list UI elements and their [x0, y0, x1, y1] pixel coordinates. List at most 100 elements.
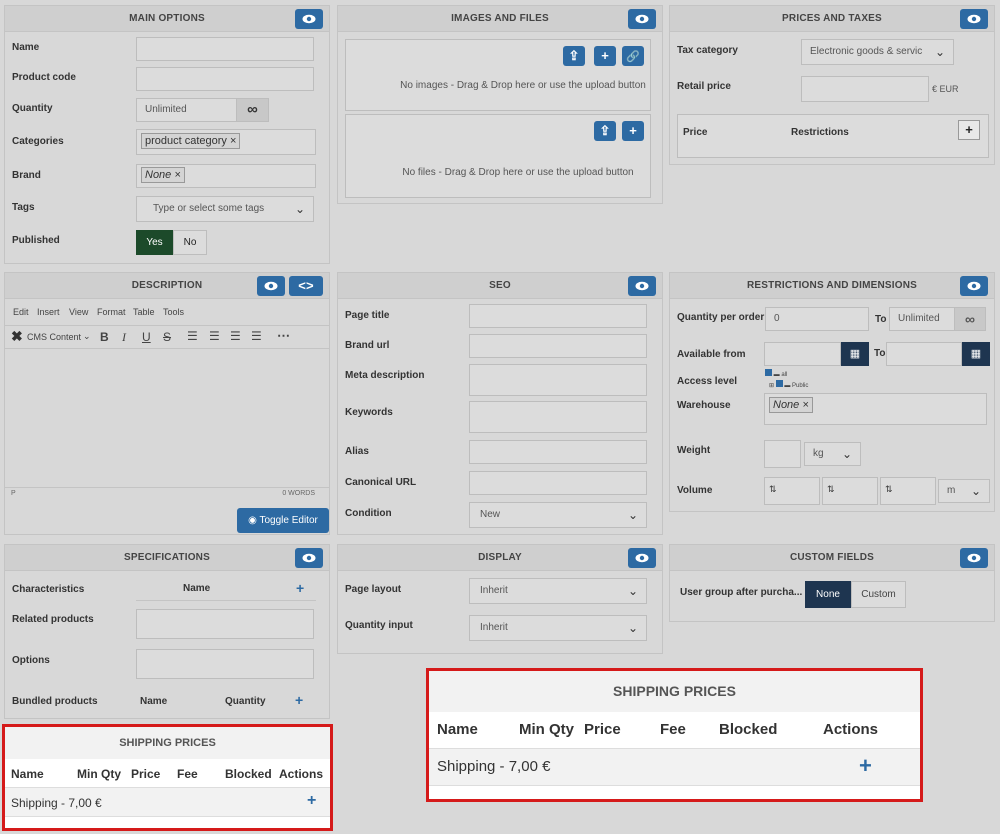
eye-icon: [635, 553, 649, 563]
col-fee: Fee: [660, 721, 686, 738]
align-center-icon[interactable]: ☰: [209, 329, 220, 343]
add-file-button[interactable]: +: [622, 121, 644, 141]
volume-width-input[interactable]: ⇅: [822, 477, 878, 505]
add-shipping-button[interactable]: +: [307, 792, 316, 810]
more-icon[interactable]: ⋯: [277, 328, 290, 344]
editor-content-area[interactable]: [5, 349, 329, 487]
eye-toggle-button[interactable]: [295, 548, 323, 568]
eye-toggle-button[interactable]: [960, 548, 988, 568]
menu-view[interactable]: View: [69, 307, 88, 317]
name-input[interactable]: [136, 37, 314, 61]
eye-toggle-button[interactable]: [295, 9, 323, 29]
eye-toggle-button[interactable]: [628, 548, 656, 568]
calendar-to-button[interactable]: ▦: [962, 342, 990, 366]
brand-url-input[interactable]: [469, 334, 647, 358]
category-tag[interactable]: product category ×: [141, 133, 241, 149]
quantity-input-select[interactable]: Inherit ⌄: [469, 615, 647, 641]
menu-format[interactable]: Format: [97, 307, 126, 317]
seo-title: SEO: [489, 280, 511, 291]
meta-description-input[interactable]: [469, 364, 647, 396]
weight-label: Weight: [677, 445, 711, 456]
warehouse-tag[interactable]: None ×: [769, 397, 813, 413]
status-path: P: [11, 490, 16, 497]
user-group-custom-button[interactable]: Custom: [851, 581, 906, 608]
add-characteristic-button[interactable]: +: [296, 580, 304, 596]
eye-toggle-button[interactable]: [628, 9, 656, 29]
volume-unit-select[interactable]: m ⌄: [938, 479, 990, 503]
add-price-button[interactable]: +: [958, 120, 980, 140]
alias-input[interactable]: [469, 440, 647, 464]
menu-tools[interactable]: Tools: [163, 307, 184, 317]
condition-select[interactable]: New ⌄: [469, 502, 647, 528]
available-from-input[interactable]: [764, 342, 841, 366]
product-code-input[interactable]: [136, 67, 314, 91]
weight-input[interactable]: [764, 440, 801, 468]
italic-icon[interactable]: I: [122, 330, 126, 345]
prices-title: PRICES AND TAXES: [782, 13, 882, 24]
menu-table[interactable]: Table: [133, 307, 155, 317]
quantity-infinity-button[interactable]: ∞: [236, 98, 269, 122]
eye-icon: ◉: [248, 515, 257, 526]
quantity-min-input[interactable]: 0: [765, 307, 869, 331]
files-dropzone[interactable]: ⇪ + No files - Drag & Drop here or use t…: [345, 114, 651, 198]
editor-toolbar: ✖ CMS Content ⌄ B I U S ☰ ☰ ☰ ☰ ⋯: [5, 325, 329, 349]
eye-toggle-button[interactable]: [257, 276, 285, 296]
bold-icon[interactable]: B: [100, 330, 109, 344]
retail-price-input[interactable]: [801, 76, 929, 102]
weight-unit-select[interactable]: kg ⌄: [804, 442, 861, 466]
calendar-from-button[interactable]: ▦: [841, 342, 869, 366]
add-bundled-button[interactable]: +: [295, 692, 303, 708]
canonical-url-input[interactable]: [469, 471, 647, 495]
options-input[interactable]: [136, 649, 314, 679]
upload-file-button[interactable]: ⇪: [594, 121, 616, 141]
published-yes-button[interactable]: Yes: [136, 230, 173, 255]
checkbox-all[interactable]: [765, 369, 772, 376]
shipping-table-header: Name Min Qty Price Fee Blocked Actions: [429, 712, 920, 748]
warehouse-label: Warehouse: [677, 400, 731, 411]
add-shipping-button[interactable]: +: [859, 753, 872, 779]
eye-toggle-button[interactable]: [960, 276, 988, 296]
published-no-button[interactable]: No: [173, 230, 207, 255]
strikethrough-icon[interactable]: S: [163, 330, 171, 344]
warehouse-input[interactable]: None ×: [764, 393, 987, 425]
underline-icon[interactable]: U: [142, 330, 151, 344]
page-title-input[interactable]: [469, 304, 647, 328]
brand-tag[interactable]: None ×: [141, 167, 185, 183]
align-left-icon[interactable]: ☰: [187, 329, 198, 343]
upload-image-button[interactable]: ⇪: [563, 46, 585, 66]
volume-height-input[interactable]: ⇅: [880, 477, 936, 505]
tax-category-select[interactable]: Electronic goods & servic ⌄: [801, 39, 954, 65]
page-layout-select[interactable]: Inherit ⌄: [469, 578, 647, 604]
menu-edit[interactable]: Edit: [13, 307, 29, 317]
cms-content-dropdown[interactable]: CMS Content: [27, 332, 81, 342]
folder-icon: ▬: [784, 383, 791, 389]
images-dropzone[interactable]: ⇪ + 🔗 No images - Drag & Drop here or us…: [345, 39, 651, 111]
quantity-max-input[interactable]: Unlimited: [889, 307, 955, 331]
tags-select[interactable]: Type or select some tags ⌄: [136, 196, 314, 222]
code-view-button[interactable]: <>: [289, 276, 323, 296]
eye-toggle-button[interactable]: [628, 276, 656, 296]
brand-input[interactable]: None ×: [136, 164, 316, 188]
justify-icon[interactable]: ☰: [251, 329, 262, 343]
align-right-icon[interactable]: ☰: [230, 329, 241, 343]
name-label: Name: [12, 42, 40, 53]
related-products-input[interactable]: [136, 609, 314, 639]
available-to-input[interactable]: [886, 342, 962, 366]
quantity-input[interactable]: Unlimited: [136, 98, 237, 122]
user-group-none-button[interactable]: None: [805, 581, 851, 608]
categories-input[interactable]: product category ×: [136, 129, 316, 155]
expand-icon[interactable]: ⊞: [769, 383, 774, 389]
keywords-input[interactable]: [469, 401, 647, 433]
volume-length-input[interactable]: ⇅: [764, 477, 820, 505]
add-image-button[interactable]: +: [594, 46, 616, 66]
menu-insert[interactable]: Insert: [37, 307, 60, 317]
quantity-max-infinity-button[interactable]: ∞: [954, 307, 986, 331]
col-actions: Actions: [823, 721, 879, 738]
checkbox-public[interactable]: [775, 380, 783, 387]
toggle-editor-button[interactable]: ◉ Toggle Editor: [237, 508, 329, 533]
chevron-down-icon: ⌄: [627, 621, 638, 635]
description-title: DESCRIPTION: [131, 280, 203, 291]
access-tree: ▬ all ⊞ ▬ Public: [765, 369, 808, 391]
eye-toggle-button[interactable]: [960, 9, 988, 29]
link-image-button[interactable]: 🔗: [622, 46, 644, 66]
